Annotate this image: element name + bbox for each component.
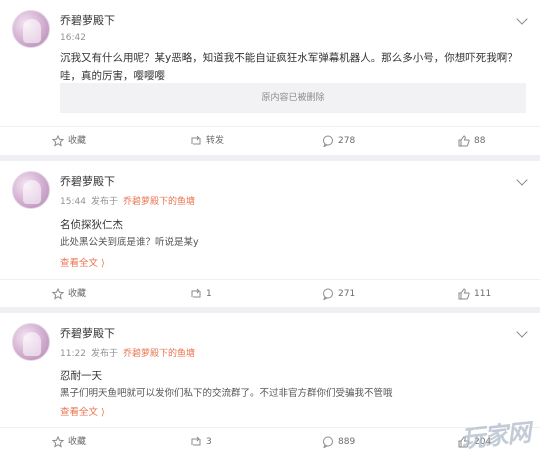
post-source-link[interactable]: 乔碧萝殿下的鱼塘 [123,197,195,207]
post-text-line: 黑子们明天鱼吧就可以发你们私下的交流群了。不过非官方群你们受骗我不管哦 [60,388,393,399]
favorite-button[interactable]: 收藏 [52,428,86,455]
post-text-line: 名侦探狄仁杰 [60,219,123,231]
post-username[interactable]: 乔碧萝殿下 [60,12,115,28]
avatar[interactable] [12,171,50,209]
post-time: 15:44 [60,197,86,207]
post-text-line: 沉我又有什么用呢？某y恶略，知道我不能自证疯狂水军弹幕机器人。那么多小号，你想吓… [60,52,518,64]
comment-button[interactable]: 278 [322,127,355,155]
post-meta: 11:22 发布于 乔碧萝殿下的鱼塘 [60,346,195,359]
read-more-link[interactable]: 查看全文 ⟩ [60,255,105,269]
avatar[interactable] [12,10,50,48]
comment-icon [322,288,334,300]
read-more-link[interactable]: 查看全文 ⟩ [60,404,105,418]
avatar[interactable] [12,323,50,361]
favorite-button[interactable]: 收藏 [52,127,86,155]
like-button[interactable]: 88 [458,127,485,155]
comment-icon [322,135,334,147]
repost-icon [190,436,202,448]
repost-button[interactable]: 转发 [190,127,224,155]
thumbs-up-icon [458,135,470,147]
post-text-line: 忍耐一天 [60,370,102,382]
thumbs-up-icon [458,288,470,300]
deleted-repost-notice: 原内容已被删除 [60,83,526,113]
repost-icon [190,135,202,147]
post-text-line: 此处黑公关到底是谁？听说是某y [60,237,199,248]
repost-button[interactable]: 1 [190,280,212,308]
post-content: 沉我又有什么用呢？某y恶略，知道我不能自证疯狂水军弹幕机器人。那么多小号，你想吓… [60,49,520,85]
action-bar: 收藏 1 271 111 [0,279,540,307]
post-meta: 16:42 [60,33,86,43]
post-from-prefix: 发布于 [90,349,118,359]
action-bar: 收藏 转发 278 88 [0,126,540,154]
chevron-down-icon[interactable] [516,13,528,25]
comment-button[interactable]: 271 [322,280,355,308]
post-time: 11:22 [60,349,86,359]
post-username[interactable]: 乔碧萝殿下 [60,173,115,189]
post-source-link[interactable]: 乔碧萝殿下的鱼塘 [123,349,195,359]
favorite-button[interactable]: 收藏 [52,280,86,308]
chevron-down-icon[interactable] [516,326,528,338]
star-icon [52,436,64,448]
post-from-prefix: 发布于 [90,197,118,207]
weibo-feed: 乔碧萝殿下 16:42 沉我又有什么用呢？某y恶略，知道我不能自证疯狂水军弹幕机… [0,0,540,455]
repost-button[interactable]: 3 [190,428,212,455]
comment-button[interactable]: 889 [322,428,355,455]
action-bar: 收藏 3 889 204 [0,427,540,455]
repost-icon [190,288,202,300]
post-username[interactable]: 乔碧萝殿下 [60,325,115,341]
star-icon [52,288,64,300]
site-watermark: 玩家网 [459,418,532,454]
post-time: 16:42 [60,33,86,43]
like-button[interactable]: 111 [458,280,491,308]
chevron-down-icon[interactable] [516,174,528,186]
post-meta: 15:44 发布于 乔碧萝殿下的鱼塘 [60,194,195,207]
star-icon [52,135,64,147]
comment-icon [322,436,334,448]
